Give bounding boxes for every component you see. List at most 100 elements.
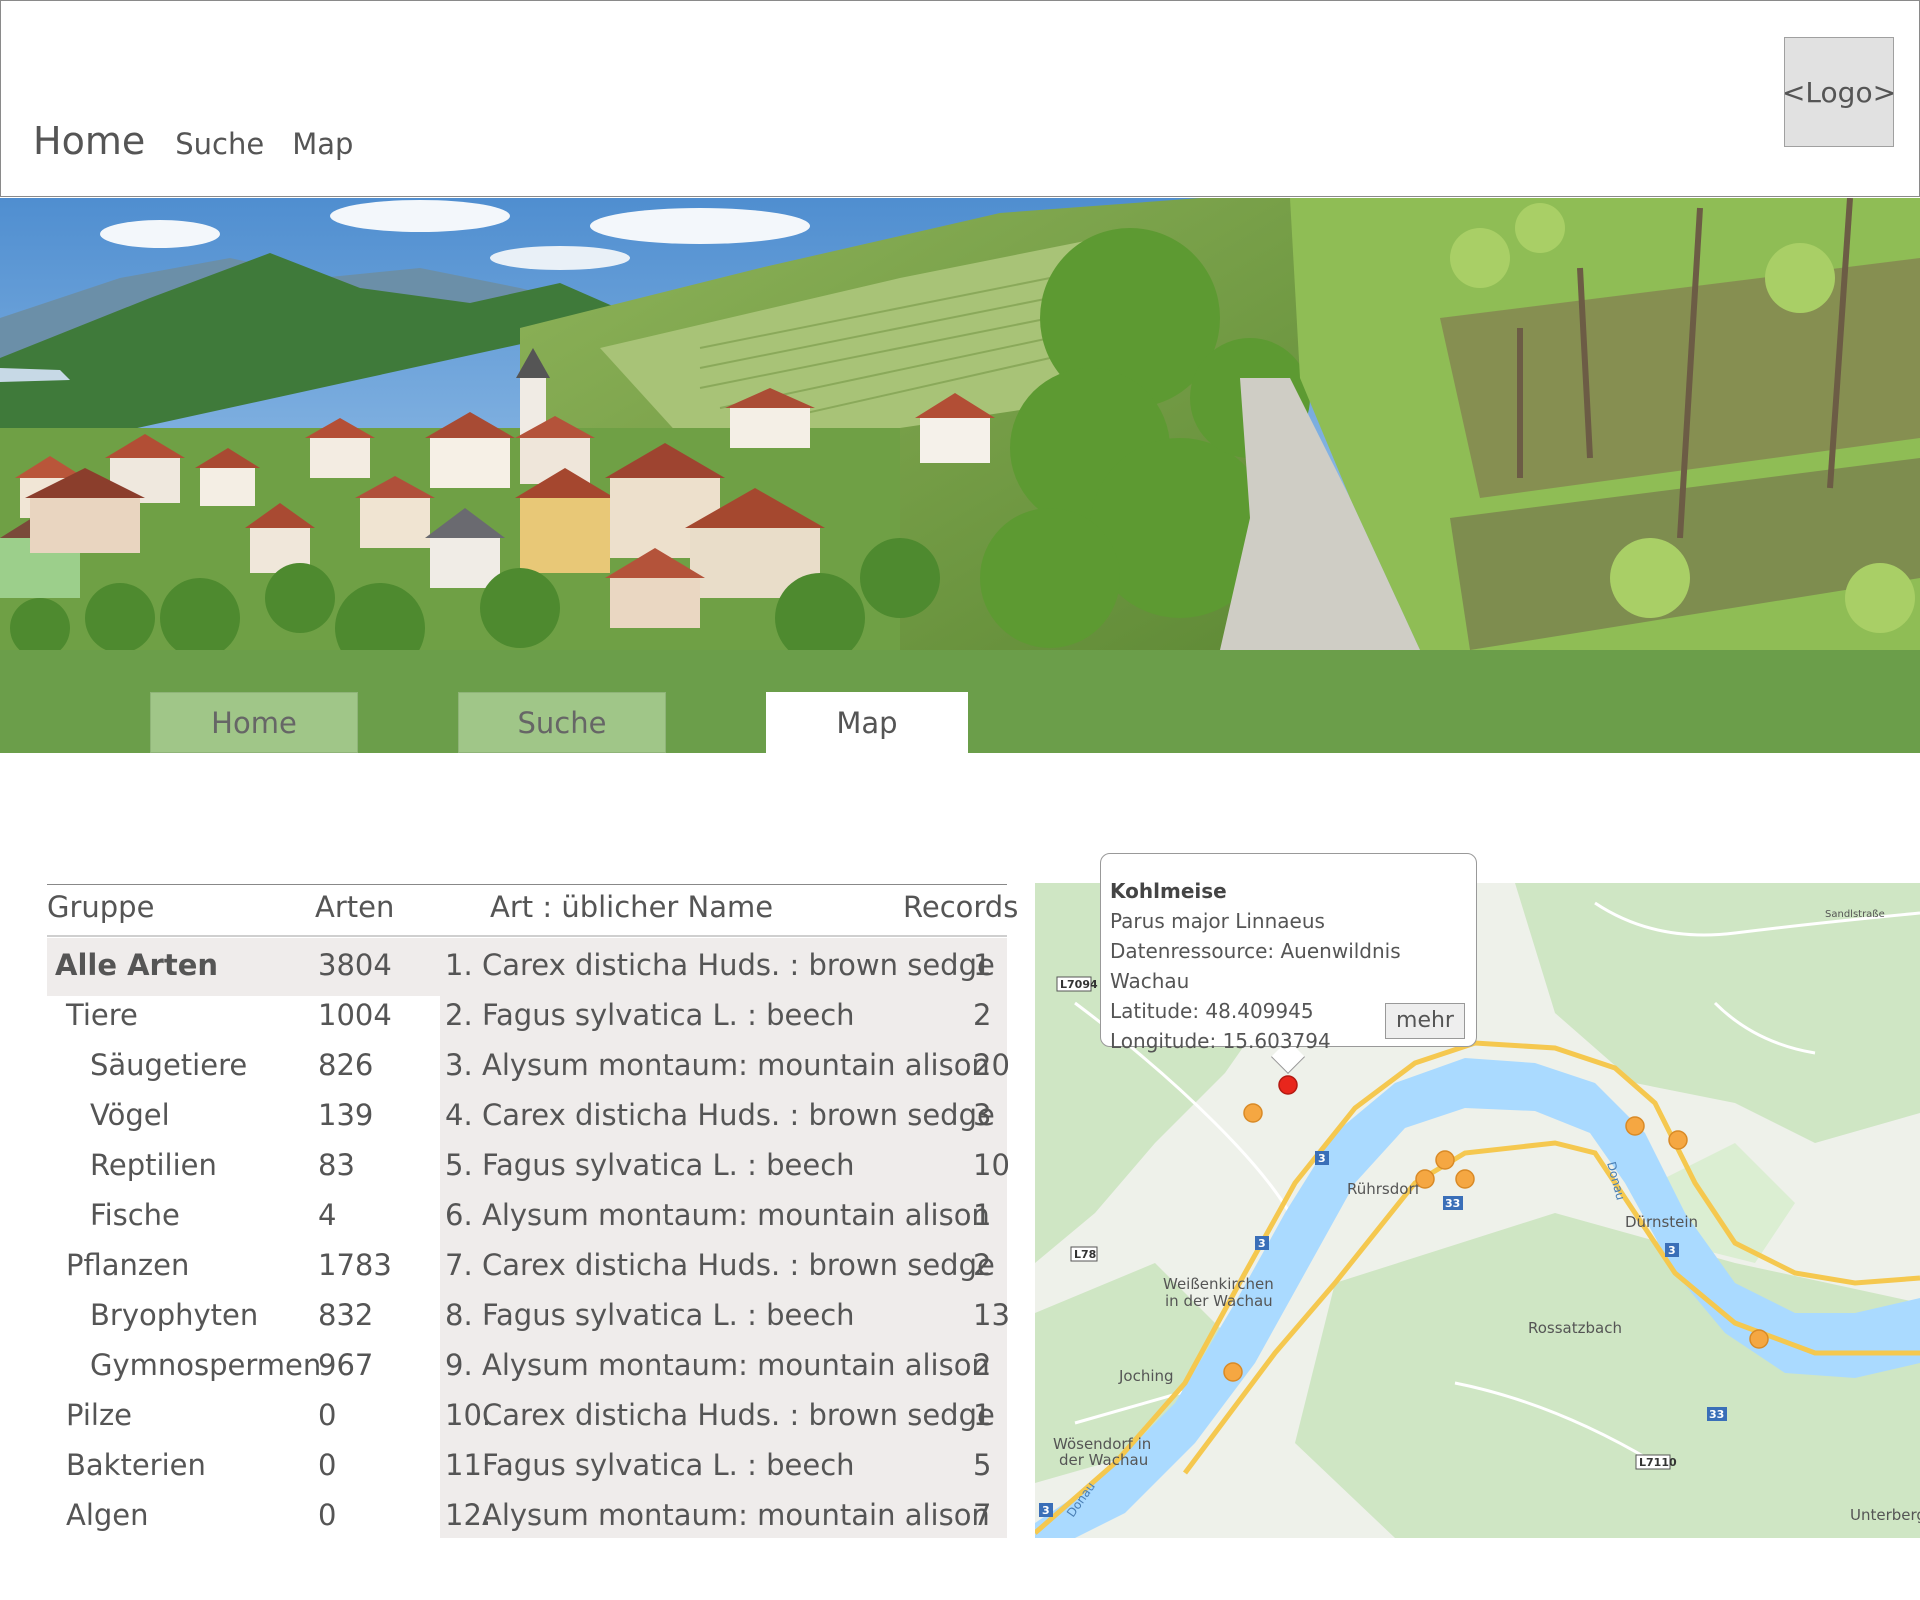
map-marker[interactable] [1435,1150,1455,1170]
popup-species: Parus major Linnaeus [1110,909,1325,933]
place-joching: Joching [1118,1367,1174,1385]
species-records: 7 [973,1498,992,1532]
place-unterberg: Unterberg [1850,1506,1920,1524]
group-count: 3804 [318,948,392,982]
table-top-border [47,884,1007,885]
header-art-name: Art : üblicher Name [490,890,774,924]
map-marker[interactable] [1415,1169,1435,1189]
header-arten: Arten [315,890,395,924]
marker-info-popup: Kohlmeise Parus major Linnaeus Datenress… [1100,853,1477,1053]
group-name[interactable]: Algen [66,1498,149,1532]
species-name[interactable]: Fagus sylvatica L. : beech [482,1148,855,1182]
popup-datenressource: Datenressource: Auenwildnis Wachau [1110,939,1401,993]
species-records: 2 [973,1348,992,1382]
species-records: 20 [973,1048,1010,1082]
map-marker[interactable] [1749,1329,1769,1349]
species-name[interactable]: Fagus sylvatica L. : beech [482,1448,855,1482]
species-records: 2 [973,998,992,1032]
group-name[interactable]: Tiere [66,998,138,1032]
road-label-3d: 3 [1042,1504,1050,1517]
species-name[interactable]: Fagus sylvatica L. : beech [482,998,855,1032]
group-name[interactable]: Bryophyten [90,1298,258,1332]
tab-bar: Home Suche Map [0,650,1920,753]
group-count: 4 [318,1198,337,1232]
map-marker[interactable] [1223,1362,1243,1382]
tab-home[interactable]: Home [150,692,358,753]
nav-suche-link[interactable]: Suche [175,127,264,161]
species-number: 8. [445,1298,473,1332]
species-number: 1. [445,948,473,982]
group-name[interactable]: Pflanzen [66,1248,189,1282]
table-header-divider [47,935,1007,937]
site-header: Home Suche Map <Logo> [0,0,1920,197]
map-marker[interactable] [1625,1116,1645,1136]
species-name[interactable]: Alysum montaum: mountain alison [482,1198,990,1232]
map-marker[interactable] [1668,1130,1688,1150]
species-name[interactable]: Carex disticha Huds. : brown sedge [482,1098,995,1132]
map-marker[interactable] [1455,1169,1475,1189]
logo-placeholder[interactable]: <Logo> [1782,37,1896,147]
species-name[interactable]: Alysum montaum: mountain alison [482,1048,990,1082]
map-marker[interactable] [1243,1103,1263,1123]
nav-home-link[interactable]: Home [33,119,145,163]
group-name[interactable]: Bakterien [66,1448,206,1482]
tab-suche[interactable]: Suche [458,692,666,753]
group-count: 139 [318,1098,374,1132]
road-label-l7110: L7110 [1639,1456,1677,1469]
group-name[interactable]: Reptilien [90,1148,217,1182]
selected-map-marker[interactable] [1278,1075,1298,1095]
species-number: 4. [445,1098,473,1132]
place-woesendorf-2: der Wachau [1059,1451,1148,1469]
group-count: 1783 [318,1248,392,1282]
wachau-landscape-image [0,198,1920,650]
road-label-3b: 3 [1258,1237,1266,1250]
group-name[interactable]: Säugetiere [90,1048,247,1082]
group-name[interactable]: Vögel [90,1098,170,1132]
species-name[interactable]: Alysum montaum: mountain alison [482,1498,990,1532]
road-label-l7094: L7094 [1060,978,1098,991]
species-name[interactable]: Fagus sylvatica L. : beech [482,1298,855,1332]
header-records: Records [903,890,1019,924]
species-name[interactable]: Carex disticha Huds. : brown sedge [482,948,995,982]
place-weissenkirchen: Weißenkirchen [1163,1275,1274,1293]
place-rossatzbach: Rossatzbach [1528,1319,1622,1337]
road-label-3c: 3 [1668,1244,1676,1257]
nav-map-link[interactable]: Map [292,127,353,161]
group-name[interactable]: Pilze [66,1398,132,1432]
group-count: 826 [318,1048,374,1082]
species-name[interactable]: Carex disticha Huds. : brown sedge [482,1248,995,1282]
species-number: 5. [445,1148,473,1182]
place-weissenkirchen-2: in der Wachau [1165,1292,1273,1310]
road-label-33a: 33 [1445,1197,1460,1210]
species-name[interactable]: Carex disticha Huds. : brown sedge [482,1398,995,1432]
species-records: 10 [973,1148,1010,1182]
species-records: 2 [973,1248,992,1282]
group-name[interactable]: Alle Arten [55,948,218,982]
popup-title: Kohlmeise [1110,879,1227,903]
road-label-l78: L78 [1074,1248,1096,1261]
species-name[interactable]: Alysum montaum: mountain alison [482,1348,990,1382]
group-count: 1004 [318,998,392,1032]
top-nav: Home Suche Map [33,119,353,163]
group-count: 967 [318,1348,374,1382]
group-count: 0 [318,1498,337,1532]
group-count: 83 [318,1148,355,1182]
place-duernstein: Dürnstein [1625,1213,1698,1231]
tab-map[interactable]: Map [766,692,968,753]
group-count: 0 [318,1448,337,1482]
header-gruppe: Gruppe [47,890,155,924]
group-name[interactable]: Gymnospermen [90,1348,321,1382]
species-records: 13 [973,1298,1010,1332]
hero-banner-image [0,198,1920,650]
group-count: 0 [318,1398,337,1432]
species-number: 6. [445,1198,473,1232]
species-records: 1 [973,1398,992,1432]
species-records: 1 [973,948,992,982]
species-number: 9. [445,1348,473,1382]
species-records: 5 [973,1448,992,1482]
place-ruehrsdorf: Rührsdorf [1347,1180,1421,1198]
popup-more-button[interactable]: mehr [1385,1003,1465,1039]
group-name[interactable]: Fische [90,1198,180,1232]
species-number: 2. [445,998,473,1032]
road-label-33b: 33 [1709,1408,1724,1421]
